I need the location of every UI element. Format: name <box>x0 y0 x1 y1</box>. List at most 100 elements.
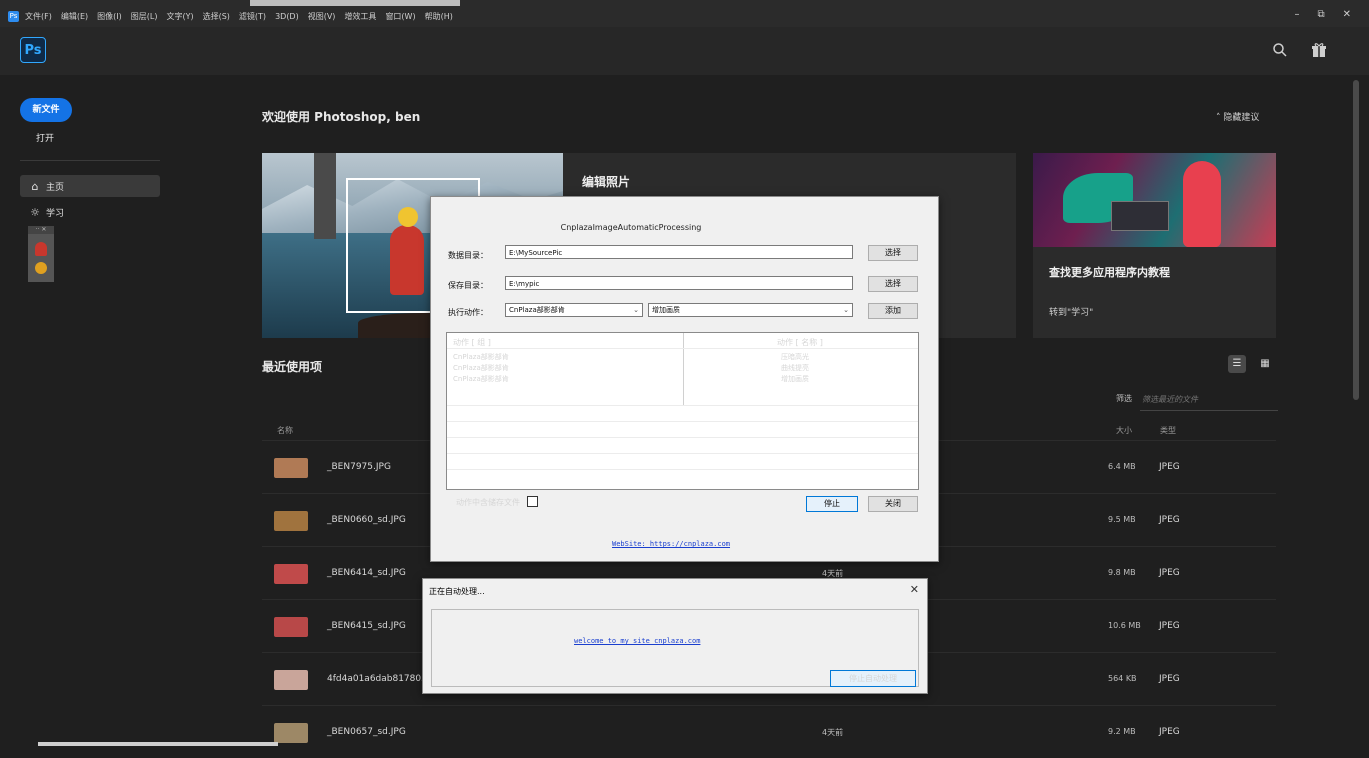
action-group-value: CnPlaza部影部肯 <box>509 306 565 314</box>
filter-input[interactable] <box>1140 388 1278 411</box>
menu-3d[interactable]: 3D(D) <box>275 12 299 21</box>
file-type: JPEG <box>1159 674 1180 684</box>
welcome-site-link[interactable]: welcome to my site cnplaza.com <box>574 637 700 645</box>
file-size: 9.8 MB <box>1108 568 1136 577</box>
chevron-down-icon: ⌄ <box>843 306 849 314</box>
list-header-name: 动作 [ 名称 ] <box>777 338 823 347</box>
list-gridline <box>447 453 918 454</box>
select-save-dir-button[interactable]: 选择 <box>868 276 918 292</box>
lightbulb-icon: ☼ <box>30 205 40 219</box>
menu-type[interactable]: 文字(Y) <box>166 11 193 22</box>
file-size: 6.4 MB <box>1108 462 1136 471</box>
list-gridline <box>447 348 918 349</box>
bottom-strip <box>38 742 278 746</box>
file-thumbnail <box>274 723 308 743</box>
panel-header[interactable]: ·· ✕ <box>28 226 54 234</box>
column-header-name[interactable]: 名称 <box>277 425 293 436</box>
file-size: 9.2 MB <box>1108 727 1136 736</box>
file-size: 564 KB <box>1108 674 1137 683</box>
flamingo-shape <box>1183 161 1221 247</box>
scrollbar-thumb[interactable] <box>1353 80 1359 400</box>
menu-filter[interactable]: 滤镜(T) <box>239 11 266 22</box>
list-gridline <box>447 421 918 422</box>
app-header <box>0 27 1369 75</box>
file-thumbnail <box>274 458 308 478</box>
list-divider <box>683 333 684 405</box>
list-view-icon[interactable]: ☰ <box>1228 355 1246 373</box>
file-thumbnail <box>274 564 308 584</box>
file-type: JPEG <box>1159 568 1180 578</box>
figure-icon <box>35 242 47 256</box>
tutorial-image <box>1033 153 1276 247</box>
go-to-learn-link[interactable]: 转到"学习" <box>1049 305 1093 318</box>
add-action-button[interactable]: 添加 <box>868 303 918 319</box>
action-label: 执行动作： <box>448 308 488 317</box>
list-cell-name[interactable]: 增加画质 <box>781 374 809 384</box>
file-type: JPEG <box>1159 727 1180 737</box>
list-header-group: 动作 [ 组 ] <box>453 338 491 347</box>
tutorial-title: 查找更多应用程序内教程 <box>1049 266 1170 279</box>
action-group-select[interactable]: CnPlaza部影部肯 ⌄ <box>505 303 643 317</box>
save-dir-label: 保存目录： <box>448 281 488 290</box>
open-button[interactable]: 打开 <box>36 131 54 144</box>
sidebar-item-learn[interactable]: ☼ 学习 <box>20 201 160 223</box>
save-in-action-checkbox[interactable] <box>527 496 538 507</box>
file-type: JPEG <box>1159 462 1180 472</box>
file-thumbnail <box>274 511 308 531</box>
menu-window[interactable]: 窗口(W) <box>385 11 415 22</box>
close-dialog-button[interactable]: 关闭 <box>868 496 918 512</box>
menu-layer[interactable]: 图层(L) <box>131 11 158 22</box>
home-icon: ⌂ <box>31 179 39 193</box>
close-icon[interactable]: ✕ <box>910 583 919 596</box>
chevron-down-icon: ⌄ <box>633 306 639 314</box>
menu-edit[interactable]: 编辑(E) <box>61 11 88 22</box>
close-window-button[interactable]: ✕ <box>1343 9 1351 20</box>
sidebar-item-home[interactable]: ⌂ 主页 <box>20 175 160 197</box>
hide-suggestions-link[interactable]: ˄ 隐藏建议 <box>1216 110 1259 123</box>
stop-auto-processing-button[interactable]: 停止自动处理 <box>830 670 916 687</box>
file-name: _BEN6415_sd.JPG <box>327 621 406 631</box>
file-name: _BEN0660_sd.JPG <box>327 515 406 525</box>
file-thumbnail <box>274 617 308 637</box>
list-gridline <box>447 469 918 470</box>
file-thumbnail <box>274 670 308 690</box>
menu-plugins[interactable]: 增效工具 <box>344 11 376 22</box>
dialog-title: CnplazaImageAutomaticProcessing <box>560 223 702 232</box>
action-name-select[interactable]: 增加画质 ⌄ <box>648 303 853 317</box>
gift-icon[interactable] <box>1311 42 1327 58</box>
menu-view[interactable]: 视图(V) <box>308 11 336 22</box>
restore-button[interactable]: ⧉ <box>1317 9 1324 20</box>
list-cell-name[interactable]: 曲线提亮 <box>781 363 809 373</box>
list-cell-group[interactable]: CnPlaza部影部肯 <box>453 374 509 384</box>
list-cell-group[interactable]: CnPlaza部影部肯 <box>453 352 509 362</box>
select-data-dir-button[interactable]: 选择 <box>868 245 918 261</box>
data-dir-label: 数据目录： <box>448 251 488 260</box>
menu-select[interactable]: 选择(S) <box>203 11 230 22</box>
stop-button[interactable]: 停止 <box>806 496 858 512</box>
column-header-size[interactable]: 大小 <box>1116 425 1132 436</box>
action-list[interactable]: 动作 [ 组 ] 动作 [ 名称 ] CnPlaza部影部肯 压暗高光 CnPl… <box>446 332 919 490</box>
list-cell-name[interactable]: 压暗高光 <box>781 352 809 362</box>
file-row[interactable]: _BEN0657_sd.JPG 4天前 9.2 MB JPEG <box>262 705 1276 758</box>
new-file-button[interactable]: 新文件 <box>20 98 72 122</box>
floating-plugin-panel[interactable]: ·· ✕ <box>28 226 54 282</box>
menu-image[interactable]: 图像(I) <box>97 11 122 22</box>
menu-file[interactable]: 文件(F) <box>25 11 52 22</box>
data-dir-input[interactable]: E:\MySourcePic <box>505 245 853 259</box>
minimize-button[interactable]: – <box>1294 9 1299 20</box>
tool-strip <box>314 153 336 239</box>
list-gridline <box>447 437 918 438</box>
column-header-type[interactable]: 类型 <box>1160 425 1176 436</box>
file-date: 4天前 <box>822 728 844 737</box>
search-icon[interactable] <box>1272 42 1288 58</box>
file-name: 4fd4a01a6dab8178058 <box>327 674 433 684</box>
file-size: 10.6 MB <box>1108 621 1141 630</box>
website-link[interactable]: WebSite: https://cnplaza.com <box>612 540 730 548</box>
recent-heading: 最近使用项 <box>262 360 323 374</box>
file-name: _BEN6414_sd.JPG <box>327 568 406 578</box>
grid-view-icon[interactable]: ▦ <box>1256 355 1274 373</box>
list-cell-group[interactable]: CnPlaza部影部肯 <box>453 363 509 373</box>
photoshop-logo: Ps <box>20 37 46 63</box>
save-dir-input[interactable]: E:\mypic <box>505 276 853 290</box>
menu-help[interactable]: 帮助(H) <box>425 11 453 22</box>
